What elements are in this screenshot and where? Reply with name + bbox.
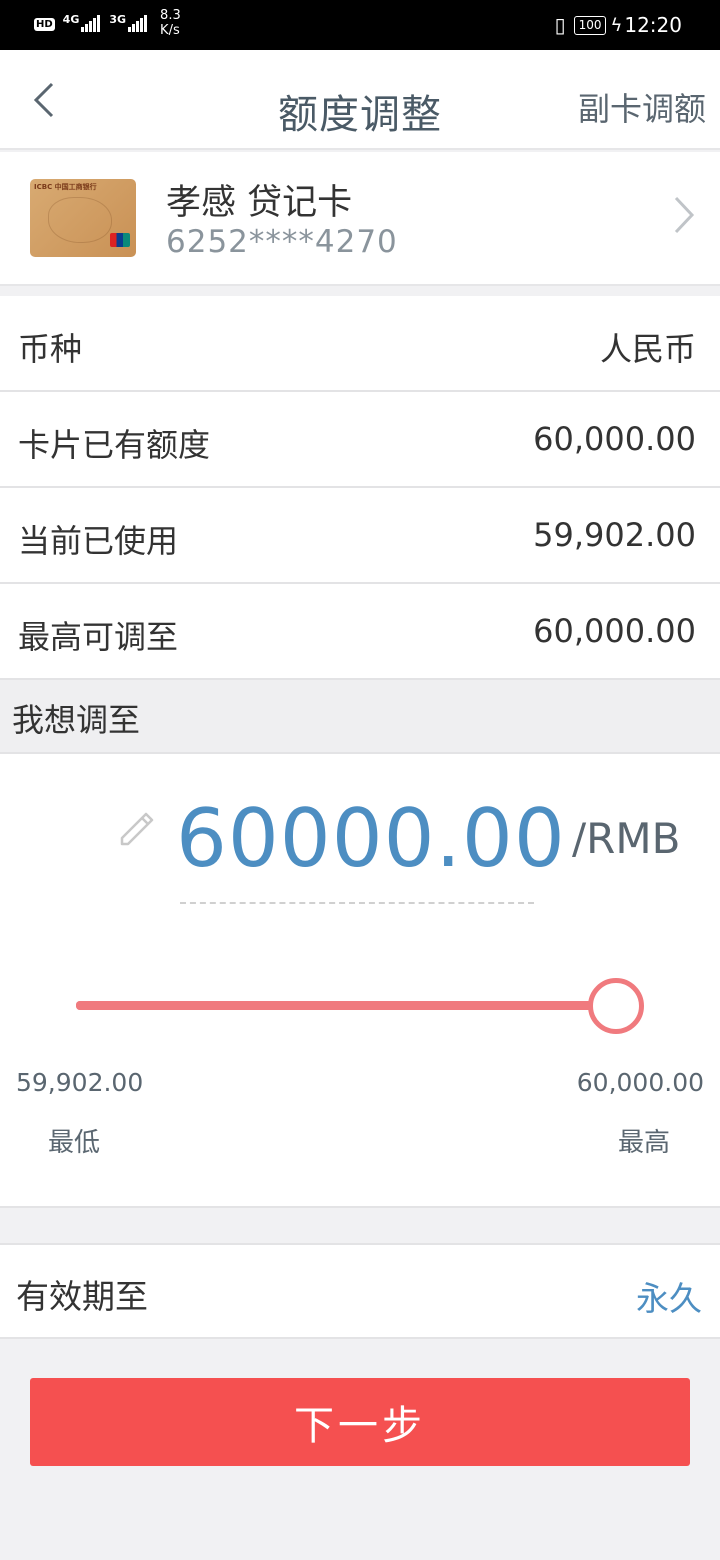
slider-max-label: 最高 bbox=[617, 1128, 670, 1158]
supplementary-card-adjust-link[interactable]: 副卡调额 bbox=[578, 84, 706, 130]
amount-input[interactable]: 60000.00 bbox=[176, 792, 566, 885]
next-step-button[interactable]: 下一步 bbox=[30, 1378, 690, 1466]
row-label: 币种 bbox=[18, 330, 83, 368]
row-label: 最高可调至 bbox=[18, 618, 179, 656]
card-name: 孝感 贷记卡 bbox=[166, 183, 353, 223]
used-amount-row: 当前已使用 59,902.00 bbox=[0, 488, 720, 584]
unionpay-logo bbox=[110, 233, 130, 247]
existing-limit-row: 卡片已有额度 60,000.00 bbox=[0, 392, 720, 488]
vibrate-icon: ▯ bbox=[554, 13, 566, 37]
status-bar: HD 4G 3G 8.3 K/s ▯ 100 ϟ 12:20 bbox=[0, 0, 720, 50]
currency-row: 币种 人民币 bbox=[0, 296, 720, 392]
validity-label: 有效期至 bbox=[16, 1277, 148, 1316]
signal-icon-2 bbox=[128, 14, 148, 32]
speed-value: 8.3 bbox=[160, 8, 181, 23]
row-value: 人民币 bbox=[599, 330, 696, 368]
row-value: 60,000.00 bbox=[533, 612, 696, 650]
slider-min-value: 59,902.00 bbox=[16, 1068, 144, 1097]
row-label: 当前已使用 bbox=[18, 522, 179, 560]
row-value: 60,000.00 bbox=[533, 420, 696, 458]
row-label: 卡片已有额度 bbox=[18, 426, 211, 464]
max-adjustable-row: 最高可调至 60,000.00 bbox=[0, 584, 720, 680]
section-label: 我想调至 bbox=[12, 701, 141, 739]
card-selector[interactable]: ICBC 中国工商银行 孝感 贷记卡 6252****4270 bbox=[0, 152, 720, 286]
row-value: 59,902.00 bbox=[533, 516, 696, 554]
slider-min-label: 最低 bbox=[48, 1128, 101, 1158]
network-3g: 3G bbox=[109, 13, 127, 26]
clock: 12:20 bbox=[624, 13, 682, 37]
limit-slider-fill bbox=[76, 1001, 616, 1010]
status-left: HD 4G 3G 8.3 K/s bbox=[34, 8, 181, 38]
validity-value[interactable]: 永久 bbox=[636, 1272, 702, 1320]
limit-slider-handle[interactable] bbox=[588, 978, 644, 1034]
app-header: 额度调整 副卡调额 bbox=[0, 50, 720, 150]
amount-unit: /RMB bbox=[572, 814, 681, 863]
network-speed: 8.3 K/s bbox=[160, 8, 181, 38]
status-right: ▯ 100 ϟ 12:20 bbox=[555, 13, 682, 37]
network-4g: 4G bbox=[62, 13, 80, 26]
card-image: ICBC 中国工商银行 bbox=[30, 179, 136, 257]
pencil-icon[interactable] bbox=[114, 804, 158, 848]
chevron-right-icon bbox=[674, 196, 695, 234]
card-number: 6252****4270 bbox=[166, 224, 398, 260]
validity-row[interactable]: 有效期至 永久 bbox=[0, 1243, 720, 1339]
adjust-section-header: 我想调至 bbox=[0, 680, 720, 754]
slider-max-value: 60,000.00 bbox=[576, 1068, 704, 1097]
signal-icon bbox=[81, 14, 101, 32]
charging-icon: ϟ bbox=[610, 14, 623, 36]
hd-badge: HD bbox=[34, 18, 55, 31]
speed-unit: K/s bbox=[160, 23, 180, 38]
battery-icon: 100 bbox=[573, 15, 607, 35]
adjust-panel: 60000.00 /RMB 59,902.00 60,000.00 最低 最高 bbox=[0, 754, 720, 1208]
limit-slider-track[interactable] bbox=[76, 1001, 616, 1010]
amount-underline bbox=[180, 902, 534, 904]
card-map-decoration bbox=[48, 197, 112, 243]
bank-logo: ICBC 中国工商银行 bbox=[34, 183, 97, 191]
